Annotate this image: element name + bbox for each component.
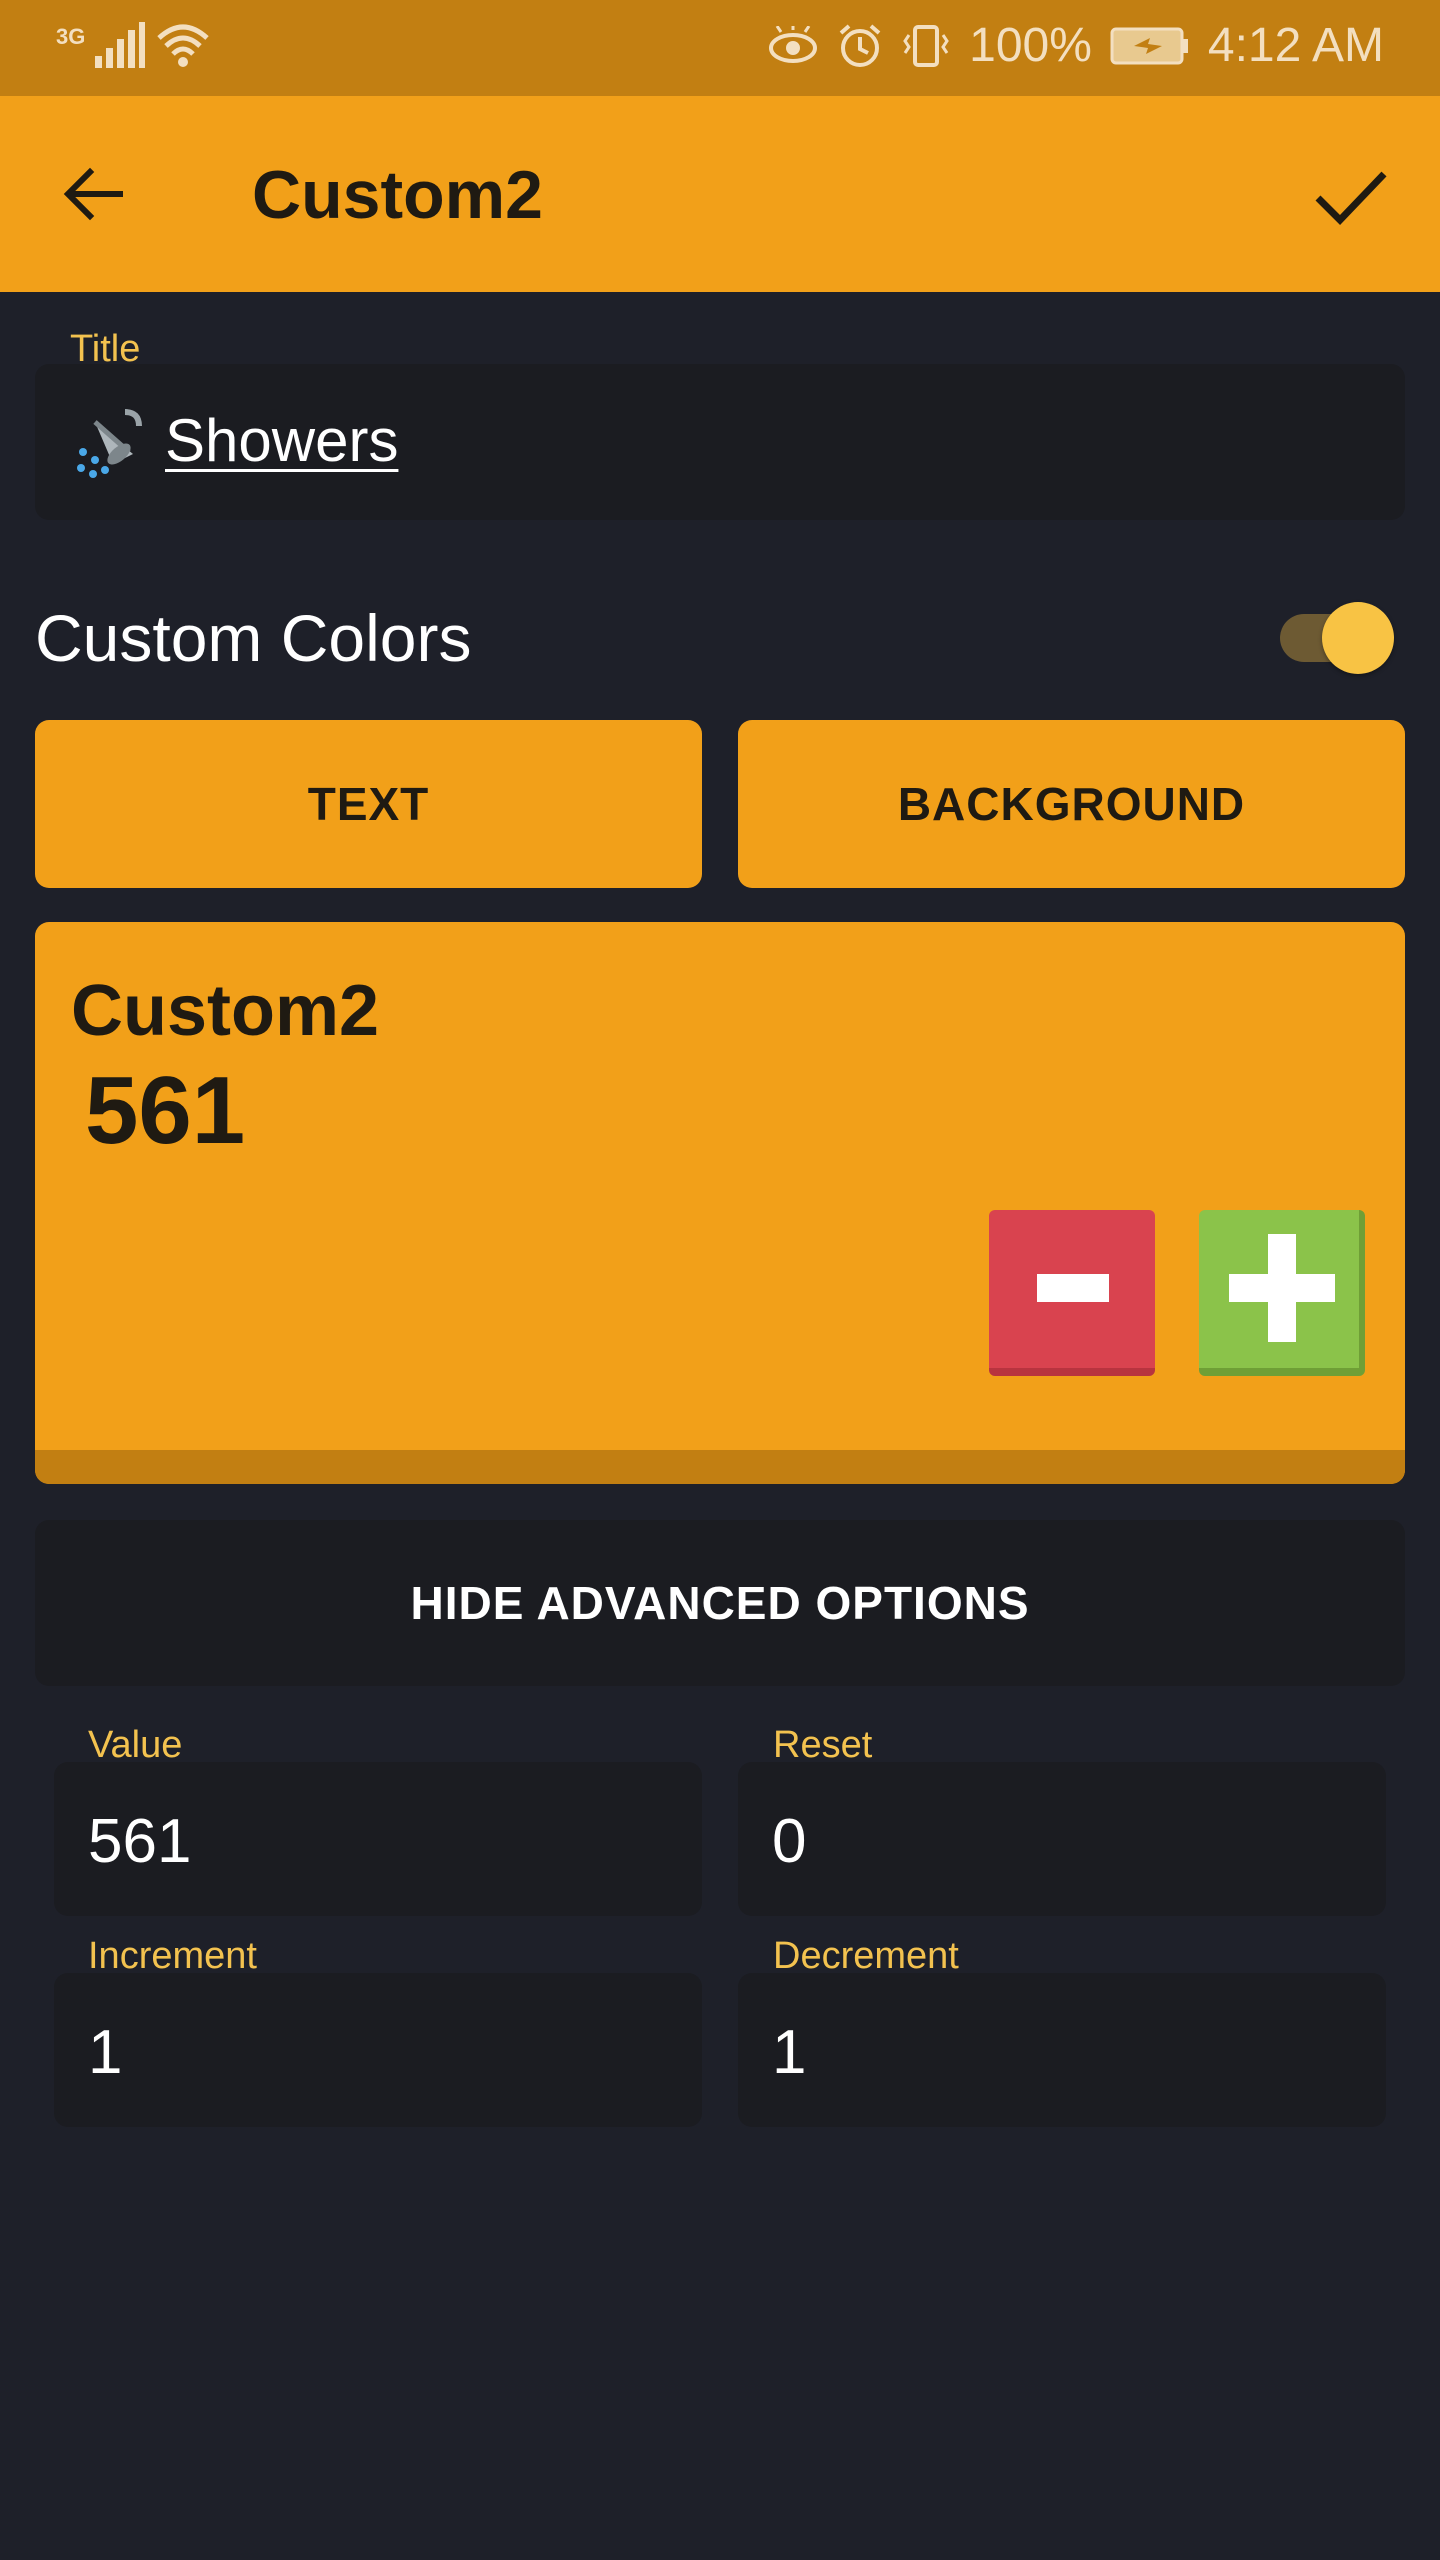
title-input-value: Showers [165, 407, 399, 474]
custom-colors-toggle[interactable] [1280, 602, 1394, 674]
save-button[interactable] [1308, 154, 1392, 238]
clock-time: 4:12 AM [1207, 19, 1384, 72]
reset-input-value: 0 [772, 1807, 807, 1876]
status-right: 100% 4:12 AM [767, 18, 1384, 73]
title-input[interactable]: Showers [35, 364, 1405, 520]
decrement-button[interactable] [989, 1210, 1155, 1376]
arrow-back-icon [63, 167, 123, 221]
toggle-knob [1322, 602, 1394, 674]
custom-colors-label: Custom Colors [35, 601, 472, 675]
card-bottom-strip [35, 1450, 1405, 1484]
check-icon [1315, 171, 1387, 226]
increment-label: Increment [88, 1935, 257, 1977]
page-title: Custom2 [252, 157, 543, 233]
minus-icon [1037, 1274, 1109, 1302]
battery-percent: 100% [969, 19, 1092, 72]
app-bar: Custom2 [0, 96, 1440, 292]
decrement-input[interactable]: 1 [738, 1973, 1386, 2127]
alarm-icon [839, 23, 881, 67]
shower-icon [77, 409, 142, 478]
wifi-icon [157, 24, 210, 67]
status-left: 3G [56, 22, 211, 68]
hide-advanced-options-button[interactable]: HIDE ADVANCED OPTIONS [35, 1520, 1405, 1686]
increment-input[interactable]: 1 [54, 1973, 702, 2127]
increment-input-value: 1 [88, 2018, 123, 2087]
value-label: Value [88, 1724, 183, 1766]
eye-icon [769, 25, 818, 63]
network-type: 3G [56, 24, 86, 49]
back-button[interactable] [56, 154, 136, 234]
value-input-value: 561 [88, 1807, 192, 1876]
reset-input[interactable]: 0 [738, 1762, 1386, 1916]
vibrate-icon [903, 24, 949, 67]
preview-title: Custom2 [71, 971, 380, 1051]
text-color-button[interactable]: TEXT [35, 720, 702, 888]
decrement-label: Decrement [773, 1935, 959, 1977]
reset-label: Reset [773, 1724, 873, 1766]
status-bar: 3G 100% 4:12 AM [0, 0, 1440, 96]
signal-icon [95, 22, 146, 68]
decrement-input-value: 1 [772, 2018, 807, 2087]
preview-value: 561 [85, 1057, 246, 1164]
increment-button[interactable] [1199, 1210, 1365, 1376]
battery-charging-icon [1110, 27, 1188, 64]
background-color-button[interactable]: BACKGROUND [738, 720, 1405, 888]
value-input[interactable]: 561 [54, 1762, 702, 1916]
counter-preview-card: Custom2 561 [35, 922, 1405, 1484]
